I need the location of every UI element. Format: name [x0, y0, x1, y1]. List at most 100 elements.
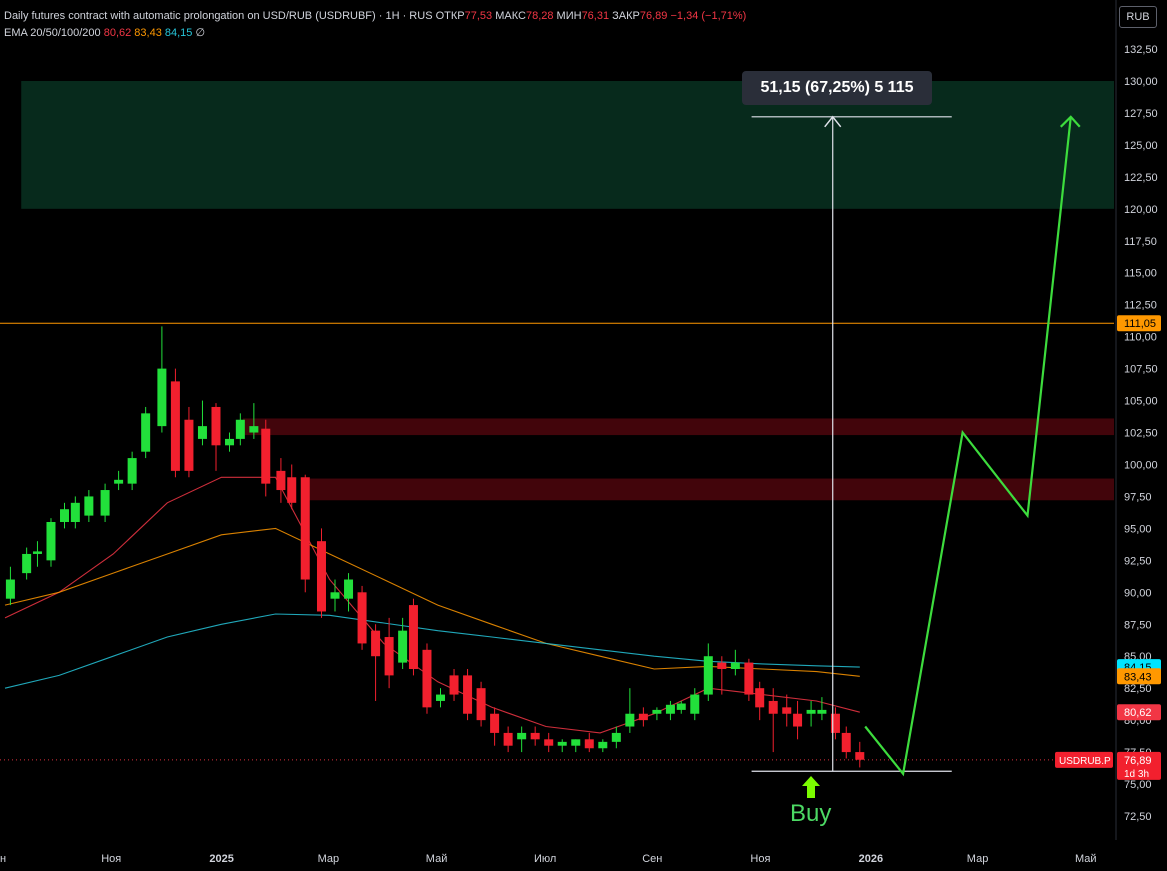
- close-label: ЗАКР: [612, 10, 640, 22]
- currency-button[interactable]: RUB: [1119, 6, 1157, 28]
- zone-red-1: [243, 418, 1115, 436]
- candle-body[interactable]: [235, 419, 245, 439]
- candle-body[interactable]: [730, 662, 740, 669]
- candle-body[interactable]: [100, 490, 110, 516]
- ema20-value: 80,62: [103, 27, 132, 39]
- time-tick-label: н: [0, 853, 6, 865]
- close-value: 76,89: [639, 10, 668, 22]
- candle-body[interactable]: [584, 739, 594, 749]
- price-tick-label: 132,50: [1124, 44, 1158, 56]
- candle-body[interactable]: [782, 707, 792, 714]
- candle-body[interactable]: [490, 713, 500, 733]
- candle-body[interactable]: [557, 741, 567, 746]
- ema-legend[interactable]: EMA 20/50/100/200 80,62 83,43 84,15 ∅: [4, 26, 205, 39]
- time-tick-label: Май: [426, 853, 448, 865]
- candle-body[interactable]: [611, 732, 621, 742]
- time-tick-label: 2026: [859, 853, 883, 865]
- buy-arrow-icon: [802, 776, 820, 798]
- price-tick-label: 82,50: [1124, 683, 1152, 695]
- candle-body[interactable]: [127, 458, 137, 484]
- candle-body[interactable]: [276, 470, 286, 491]
- candle-body[interactable]: [463, 675, 473, 714]
- candle-body[interactable]: [211, 406, 221, 446]
- candle-body[interactable]: [806, 709, 816, 714]
- candle-body[interactable]: [449, 675, 459, 695]
- candle-body[interactable]: [316, 541, 326, 612]
- candle-body[interactable]: [170, 381, 180, 471]
- candle-body[interactable]: [422, 649, 432, 708]
- candle-body[interactable]: [398, 630, 408, 663]
- price-tick-label: 127,50: [1124, 108, 1158, 120]
- candle-body[interactable]: [690, 694, 700, 714]
- time-tick-label: Сен: [642, 853, 662, 865]
- candle-body[interactable]: [249, 426, 259, 433]
- projection-path: [864, 116, 1072, 777]
- candle-body[interactable]: [855, 752, 865, 760]
- open-value: 77,53: [464, 10, 493, 22]
- candle-body[interactable]: [46, 522, 56, 561]
- candle-body[interactable]: [84, 496, 94, 516]
- open-label: ОТКР: [435, 10, 465, 22]
- symbol-tag: USDRUB.P: [1059, 756, 1111, 767]
- candle-body[interactable]: [344, 579, 354, 599]
- candle-body[interactable]: [841, 732, 851, 753]
- price-tick-label: 122,50: [1124, 172, 1158, 184]
- candle-body[interactable]: [22, 553, 32, 574]
- candle-body[interactable]: [744, 662, 754, 695]
- candle-body[interactable]: [517, 732, 527, 740]
- candle-body[interactable]: [184, 419, 194, 471]
- time-tick-label: Ноя: [750, 853, 770, 865]
- change-value: −1,34 (−1,71%): [670, 10, 747, 22]
- candle-body[interactable]: [60, 509, 70, 522]
- candle-body[interactable]: [598, 741, 608, 749]
- candle-body[interactable]: [544, 739, 554, 746]
- candle-body[interactable]: [157, 368, 167, 427]
- candle-body[interactable]: [676, 703, 686, 710]
- price-tick-label: 105,00: [1124, 396, 1158, 408]
- candle-body[interactable]: [384, 637, 394, 676]
- candle-body[interactable]: [503, 732, 513, 746]
- candle-body[interactable]: [665, 704, 675, 714]
- candle-body[interactable]: [261, 428, 271, 484]
- candle-body[interactable]: [755, 688, 765, 708]
- candle-body[interactable]: [408, 605, 418, 669]
- price-tick-label: 110,00: [1124, 332, 1157, 344]
- candle-body[interactable]: [571, 739, 581, 746]
- ema-label: EMA 20/50/100/200: [4, 27, 101, 39]
- candle-body[interactable]: [436, 694, 446, 701]
- ema100-value: 84,15: [164, 27, 193, 39]
- candle-body[interactable]: [70, 502, 80, 522]
- candle-body[interactable]: [638, 713, 648, 721]
- ema50-value: 83,43: [134, 27, 162, 39]
- price-tick-label: 90,00: [1124, 587, 1152, 599]
- candle-body[interactable]: [330, 592, 340, 599]
- candle-body[interactable]: [476, 688, 486, 721]
- candle-body[interactable]: [703, 656, 713, 695]
- candle-body[interactable]: [300, 477, 310, 580]
- time-tick-label: Мар: [967, 853, 989, 865]
- candle-body[interactable]: [371, 630, 381, 657]
- candle-body[interactable]: [768, 700, 778, 714]
- candle-body[interactable]: [5, 579, 15, 599]
- candle-body[interactable]: [717, 662, 727, 669]
- candle-body[interactable]: [793, 713, 803, 727]
- measure-label: 51,15 (67,25%) 5 115: [742, 71, 932, 105]
- price-tick-label: 112,50: [1124, 300, 1157, 312]
- candle-body[interactable]: [225, 438, 235, 446]
- candle-body[interactable]: [652, 709, 662, 714]
- price-tick-label: 97,50: [1124, 491, 1152, 503]
- low-value: 76,31: [581, 10, 610, 22]
- candle-body[interactable]: [530, 732, 540, 740]
- symbol-title: Daily futures contract with automatic pr…: [4, 10, 433, 22]
- candle-body[interactable]: [197, 426, 207, 439]
- time-tick-label: Ноя: [101, 853, 121, 865]
- price-chart[interactable]: 72,5075,0077,5080,0082,5085,0087,5090,00…: [0, 0, 1167, 871]
- candle-body[interactable]: [817, 709, 827, 714]
- candle-body[interactable]: [625, 713, 635, 727]
- candle-body[interactable]: [141, 413, 151, 452]
- candle-body[interactable]: [357, 592, 367, 644]
- candle-body[interactable]: [32, 551, 42, 554]
- candle-body[interactable]: [114, 479, 124, 484]
- candle-body[interactable]: [287, 477, 297, 503]
- high-value: 78,28: [525, 10, 554, 22]
